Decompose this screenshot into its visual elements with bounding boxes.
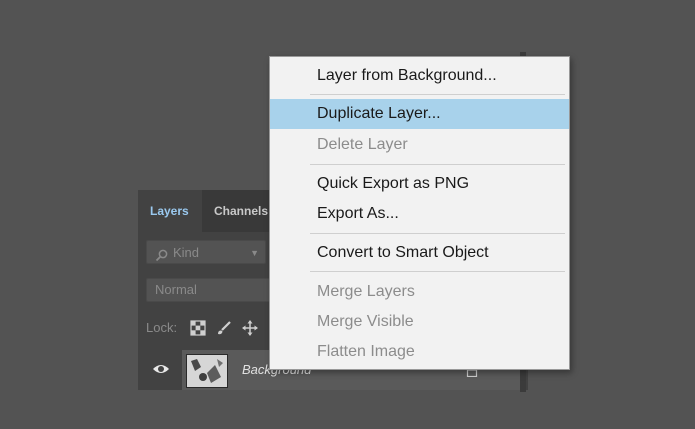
layer-thumbnail <box>186 354 228 388</box>
blend-mode-dropdown[interactable]: Normal <box>146 278 271 302</box>
eye-visibility-icon[interactable] <box>152 362 170 381</box>
menu-item-export-as[interactable]: Export As... <box>270 199 569 229</box>
layer-context-menu: Layer from Background... Duplicate Layer… <box>269 56 570 370</box>
lock-transparency-icon[interactable] <box>190 316 206 344</box>
menu-separator <box>310 233 565 234</box>
menu-item-layer-from-background[interactable]: Layer from Background... <box>270 61 569 91</box>
lock-row: Lock: <box>146 316 258 340</box>
menu-item-quick-export-png[interactable]: Quick Export as PNG <box>270 169 569 199</box>
menu-item-delete-layer[interactable]: Delete Layer <box>270 130 569 160</box>
layer-filter-dropdown[interactable]: Kind ▼ <box>146 240 266 264</box>
lock-label: Lock: <box>146 320 178 335</box>
lock-position-move-icon[interactable] <box>242 316 258 344</box>
tab-layers[interactable]: Layers <box>138 190 202 232</box>
menu-separator <box>310 164 565 165</box>
menu-separator <box>310 271 565 272</box>
menu-separator <box>310 94 565 95</box>
menu-item-flatten-image[interactable]: Flatten Image <box>270 337 569 367</box>
menu-item-duplicate-layer[interactable]: Duplicate Layer... <box>270 99 569 129</box>
menu-item-merge-visible[interactable]: Merge Visible <box>270 307 569 337</box>
lock-pixels-brush-icon[interactable] <box>216 316 232 344</box>
menu-item-convert-smart-object[interactable]: Convert to Smart Object <box>270 238 569 268</box>
layer-filter-label: Kind <box>173 245 200 260</box>
chevron-down-icon: ▼ <box>250 248 259 258</box>
search-icon <box>155 246 168 270</box>
menu-item-merge-layers[interactable]: Merge Layers <box>270 277 569 307</box>
